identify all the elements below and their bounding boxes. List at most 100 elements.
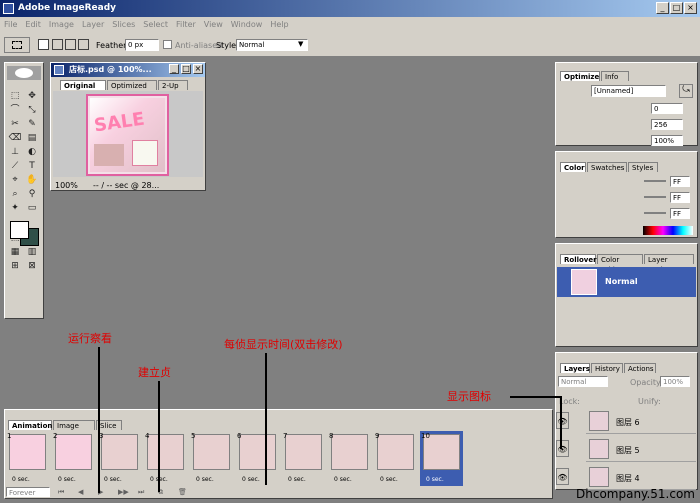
menu-image[interactable]: Image [45, 17, 78, 33]
chevron-down-icon[interactable]: ▼ [298, 40, 303, 48]
color-r-value[interactable]: FF [670, 176, 690, 187]
tab-swatches[interactable]: Swatches [587, 162, 627, 172]
tool-2-icon[interactable]: ⌒ [8, 104, 22, 117]
frame-delay[interactable]: 0 sec. [12, 476, 30, 483]
tab-color-table[interactable]: Color Table [597, 254, 643, 274]
tab-optimize[interactable]: Optimize [560, 71, 600, 81]
tab-layers[interactable]: Layers [560, 363, 590, 373]
optimize-arrow-icon[interactable]: ⤿ [679, 84, 693, 98]
tab-history[interactable]: History [591, 363, 623, 373]
eye-icon[interactable]: 👁 [556, 468, 569, 485]
frame-delay[interactable]: 0 sec. [288, 476, 306, 483]
animation-frame[interactable]: 9 0 sec. [374, 431, 417, 487]
tool-8-icon[interactable]: ⊥ [8, 146, 22, 159]
maximize-button[interactable]: □ [670, 2, 683, 14]
tool-5-icon[interactable]: ✎ [25, 118, 39, 131]
tab-color[interactable]: Color [560, 162, 586, 172]
zoom-level[interactable]: 100% [55, 181, 78, 190]
animation-frame[interactable]: 7 0 sec. [282, 431, 325, 487]
animation-frame[interactable]: 30 sec. [98, 431, 141, 487]
layer-row[interactable]: 👁 图层 6 [556, 408, 696, 434]
last-frame-icon[interactable]: ⏭ [138, 488, 144, 497]
tab-styles[interactable]: Styles [628, 162, 658, 172]
tool-1-icon[interactable]: ✥ [25, 90, 39, 103]
color-b-slider[interactable] [644, 212, 666, 214]
next-frame-icon[interactable]: ▶▶ [118, 488, 129, 496]
color-spectrum-bar[interactable] [643, 226, 693, 235]
tool-11-icon[interactable]: T [25, 160, 39, 173]
tab-info[interactable]: Info [601, 71, 629, 81]
frame-delay[interactable]: 0 sec. [104, 476, 122, 483]
tool-0-icon[interactable]: ⬚ [8, 90, 22, 103]
frame-delay[interactable]: 0 sec. [334, 476, 352, 483]
tool-12-icon[interactable]: ⌖ [8, 174, 22, 187]
frame-delay[interactable]: 0 sec. [242, 476, 260, 483]
menu-window[interactable]: Window [227, 17, 267, 33]
first-frame-icon[interactable]: ⏮ [58, 488, 64, 497]
prev-frame-icon[interactable]: ◀ [78, 488, 83, 496]
eye-icon[interactable]: 👁 [556, 412, 569, 429]
tab-rollovers[interactable]: Rollovers [560, 254, 601, 264]
tool-21-icon[interactable]: ▥ [25, 246, 39, 259]
doc-maximize-button[interactable]: □ [181, 64, 191, 74]
tool-17-icon[interactable]: ▭ [25, 202, 39, 215]
blend-mode-select[interactable]: Normal [558, 376, 608, 387]
tab-2-up[interactable]: 2-Up [158, 80, 188, 90]
frame-delay[interactable]: 0 sec. [426, 476, 444, 483]
color-b-value[interactable]: FF [670, 208, 690, 219]
menu-select[interactable]: Select [139, 17, 172, 33]
minimize-button[interactable]: _ [656, 2, 669, 14]
animation-frame[interactable]: 2 0 sec. [52, 431, 95, 487]
tool-14-icon[interactable]: ⌕ [8, 188, 22, 201]
menu-file[interactable]: File [0, 17, 21, 33]
selection-mode-new[interactable] [38, 39, 49, 50]
tool-15-icon[interactable]: ⚲ [25, 188, 39, 201]
color-g-value[interactable]: FF [670, 192, 690, 203]
tool-16-icon[interactable]: ✦ [8, 202, 22, 215]
loop-select[interactable]: Forever [6, 487, 50, 497]
frame-delay[interactable]: 0 sec. [380, 476, 398, 483]
tool-9-icon[interactable]: ◐ [25, 146, 39, 159]
menu-edit[interactable]: Edit [21, 17, 45, 33]
frame-delay[interactable]: 0 sec. [58, 476, 76, 483]
optimize-field-2[interactable]: 256 [651, 119, 683, 130]
eye-icon[interactable]: 👁 [556, 440, 569, 457]
tab-image-map[interactable]: Image Map [53, 420, 95, 440]
animation-frame[interactable]: 5 0 sec. [190, 431, 233, 487]
color-g-slider[interactable] [644, 196, 666, 198]
selection-mode-add[interactable] [52, 39, 63, 50]
tool-4-icon[interactable]: ✂ [8, 118, 22, 131]
animation-frame[interactable]: 6 0 sec. [236, 431, 279, 487]
menu-help[interactable]: Help [266, 17, 292, 33]
tab-animation[interactable]: Animation [8, 420, 52, 430]
doc-minimize-button[interactable]: _ [169, 64, 179, 74]
tool-7-icon[interactable]: ▤ [25, 132, 39, 145]
close-button[interactable]: × [684, 2, 697, 14]
delete-frame-icon[interactable]: 🗑 [178, 488, 187, 496]
menu-filter[interactable]: Filter [172, 17, 200, 33]
canvas-image[interactable]: SALE [86, 94, 169, 176]
rollover-normal-row[interactable]: Normal [557, 267, 696, 297]
layer-row[interactable]: 👁 图层 5 [556, 436, 696, 462]
animation-frame[interactable]: 40 sec. [144, 431, 187, 487]
doc-close-button[interactable]: × [193, 64, 203, 74]
animation-frame[interactable]: 10 0 sec. [420, 431, 463, 487]
optimize-field-3[interactable]: 100% [651, 135, 683, 146]
optimize-field-1[interactable]: 0 [651, 103, 683, 114]
menu-slices[interactable]: Slices [108, 17, 139, 33]
tool-23-icon[interactable]: ⊠ [25, 260, 39, 273]
tool-22-icon[interactable]: ⊞ [8, 260, 22, 273]
menu-layer[interactable]: Layer [78, 17, 108, 33]
tool-6-icon[interactable]: ⌫ [8, 132, 22, 145]
tool-20-icon[interactable]: ▦ [8, 246, 22, 259]
tab-actions[interactable]: Actions [624, 363, 656, 373]
opacity-input[interactable]: 100% [660, 376, 690, 387]
selection-mode-subtract[interactable] [65, 39, 76, 50]
selection-mode-intersect[interactable] [78, 39, 89, 50]
anti-alias-checkbox[interactable] [163, 40, 172, 49]
tool-3-icon[interactable]: ⤡ [25, 104, 39, 117]
tab-original[interactable]: Original [60, 80, 106, 90]
tab-optimized[interactable]: Optimized [107, 80, 157, 90]
animation-frame[interactable]: 8 0 sec. [328, 431, 371, 487]
feather-input[interactable]: 0 px [125, 39, 159, 51]
